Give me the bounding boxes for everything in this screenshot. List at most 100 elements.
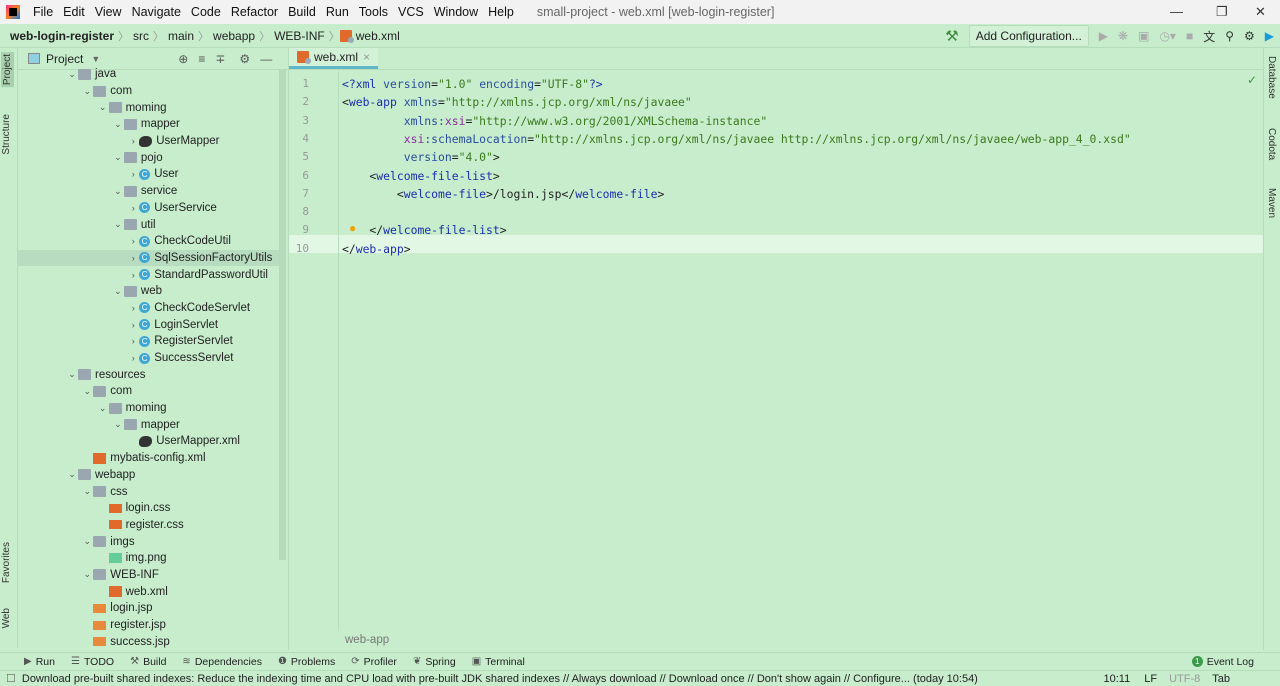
tab-favorites[interactable]: Favorites: [1, 542, 12, 583]
tree-item[interactable]: ⌄ com: [18, 383, 280, 400]
chevron-down-icon[interactable]: ⌄: [112, 219, 124, 230]
tree-item[interactable]: ⌄ pojo: [18, 149, 280, 166]
code-line[interactable]: xmlns:xsi="http://www.w3.org/2001/XMLSch…: [342, 114, 767, 128]
editor-breadcrumb[interactable]: web-app: [345, 634, 389, 646]
indent-setting[interactable]: Tab: [1212, 673, 1230, 685]
code-line[interactable]: xsi:schemaLocation="http://xmlns.jcp.org…: [342, 132, 1131, 146]
chevron-down-icon[interactable]: ⌄: [81, 569, 93, 580]
minimize-button[interactable]: —: [1170, 4, 1183, 19]
search-icon[interactable]: ⚲: [1225, 29, 1234, 43]
chevron-down-icon[interactable]: ⌄: [81, 86, 93, 97]
tree-item[interactable]: › C CheckCodeServlet: [18, 300, 280, 317]
tree-item[interactable]: › UserMapper: [18, 133, 280, 150]
code-line[interactable]: <welcome-file>/login.jsp</welcome-file>: [342, 187, 664, 201]
tree-item[interactable]: ⌄ WEB-INF: [18, 567, 280, 584]
tool-run[interactable]: ▶ Run: [24, 656, 55, 668]
tree-item[interactable]: › C CheckCodeUtil: [18, 233, 280, 250]
tool-build[interactable]: ⚒ Build: [130, 656, 166, 668]
chevron-right-icon[interactable]: ›: [127, 303, 139, 313]
tree-item[interactable]: mybatis-config.xml: [18, 450, 280, 467]
tree-item[interactable]: login.css: [18, 500, 280, 517]
tab-project[interactable]: Project: [1, 52, 14, 88]
chevron-down-icon[interactable]: ⌄: [112, 419, 124, 430]
chevron-right-icon[interactable]: ›: [127, 336, 139, 346]
tab-database[interactable]: Database: [1266, 56, 1277, 99]
chevron-down-icon[interactable]: ⌄: [112, 152, 124, 163]
tool-spring[interactable]: ❦ Spring: [413, 656, 456, 668]
tree-item[interactable]: › C RegisterServlet: [18, 333, 280, 350]
tree-item[interactable]: ⌄ mapper: [18, 116, 280, 133]
chevron-right-icon[interactable]: ›: [127, 236, 139, 246]
code-line[interactable]: <web-app xmlns="http://xmlns.jcp.org/xml…: [342, 95, 692, 109]
menu-refactor[interactable]: Refactor: [226, 5, 283, 19]
chevron-right-icon[interactable]: ›: [127, 253, 139, 263]
stop-icon[interactable]: ■: [1186, 29, 1193, 43]
tree-scrollbar[interactable]: [279, 70, 286, 560]
code-line[interactable]: </web-app>: [342, 242, 411, 256]
chevron-down-icon[interactable]: ▼: [91, 54, 100, 64]
project-view-selector[interactable]: Project: [46, 52, 83, 66]
tree-item[interactable]: success.jsp: [18, 633, 280, 650]
close-icon[interactable]: ×: [363, 50, 370, 64]
tree-item[interactable]: ⌄ util: [18, 216, 280, 233]
chevron-down-icon[interactable]: ⌄: [66, 69, 78, 80]
debug-icon[interactable]: ❋: [1118, 29, 1128, 43]
event-log-button[interactable]: 1 Event Log: [1191, 656, 1254, 668]
menu-tools[interactable]: Tools: [354, 5, 393, 19]
hide-icon[interactable]: —: [260, 52, 272, 66]
tree-item[interactable]: ⌄ resources: [18, 366, 280, 383]
chevron-right-icon[interactable]: ›: [127, 353, 139, 363]
close-button[interactable]: ✕: [1255, 4, 1266, 20]
caret-position[interactable]: 10:11: [1104, 673, 1131, 685]
tool-dependencies[interactable]: ≋ Dependencies: [182, 656, 262, 668]
tree-item[interactable]: register.css: [18, 517, 280, 534]
tab-structure[interactable]: Structure: [1, 114, 12, 155]
tree-item[interactable]: › C LoginServlet: [18, 316, 280, 333]
breadcrumb-project[interactable]: web-login-register: [0, 29, 118, 43]
chevron-down-icon[interactable]: ⌄: [97, 102, 109, 113]
tree-item[interactable]: › C StandardPasswordUtil: [18, 266, 280, 283]
menu-build[interactable]: Build: [283, 5, 321, 19]
tree-item[interactable]: register.jsp: [18, 617, 280, 634]
chevron-down-icon[interactable]: ⌄: [97, 403, 109, 414]
tree-item[interactable]: ⌄ java: [18, 66, 280, 83]
gear-icon[interactable]: ⚙: [239, 52, 250, 66]
menu-code[interactable]: Code: [186, 5, 226, 19]
menu-edit[interactable]: Edit: [58, 5, 90, 19]
tree-item[interactable]: login.jsp: [18, 600, 280, 617]
breadcrumb-web-xml[interactable]: web.xml: [352, 29, 404, 43]
tree-item[interactable]: › C SqlSessionFactoryUtils: [18, 249, 280, 267]
breadcrumb-src[interactable]: src: [129, 29, 153, 43]
build-hammer-icon[interactable]: ⚒: [945, 27, 958, 45]
tab-codota[interactable]: Codota: [1266, 128, 1277, 160]
tree-item[interactable]: › C SuccessServlet: [18, 350, 280, 367]
chevron-right-icon[interactable]: ›: [127, 169, 139, 179]
tool-todo[interactable]: ☰ TODO: [71, 656, 114, 668]
breadcrumb-main[interactable]: main: [164, 29, 198, 43]
file-encoding[interactable]: UTF-8: [1169, 673, 1200, 685]
chevron-right-icon[interactable]: ›: [127, 320, 139, 330]
chevron-right-icon[interactable]: ›: [127, 203, 139, 213]
menu-vcs[interactable]: VCS: [393, 5, 429, 19]
expand-all-icon[interactable]: ≡: [198, 52, 205, 66]
tree-item[interactable]: ⌄ css: [18, 483, 280, 500]
tree-item[interactable]: img.png: [18, 550, 280, 567]
tool-profiler[interactable]: ⟳ Profiler: [351, 656, 397, 668]
add-configuration-button[interactable]: Add Configuration...: [968, 25, 1089, 47]
codota-icon[interactable]: ▶: [1265, 29, 1274, 43]
code-line[interactable]: </welcome-file-list>: [342, 223, 506, 237]
status-message[interactable]: Download pre-built shared indexes: Reduc…: [22, 673, 978, 685]
tree-item[interactable]: ⌄ mapper: [18, 416, 280, 433]
chevron-down-icon[interactable]: ⌄: [66, 469, 78, 480]
chevron-down-icon[interactable]: ⌄: [81, 486, 93, 497]
tree-item[interactable]: ⌄ moming: [18, 99, 280, 116]
profile-icon[interactable]: ◷▾: [1159, 29, 1176, 43]
collapse-all-icon[interactable]: ∓: [215, 52, 225, 66]
breadcrumb-web-inf[interactable]: WEB-INF: [270, 29, 329, 43]
chevron-right-icon[interactable]: ›: [127, 270, 139, 280]
chevron-down-icon[interactable]: ⌄: [112, 186, 124, 197]
line-separator[interactable]: LF: [1144, 673, 1157, 685]
lightbulb-icon[interactable]: ●: [349, 221, 356, 235]
run-icon[interactable]: ▶: [1099, 29, 1108, 43]
status-toggle-icon[interactable]: ☐: [6, 672, 16, 685]
